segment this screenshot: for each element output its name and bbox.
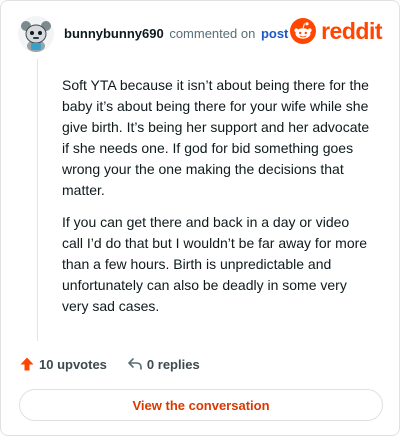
- comment-actions: 10 upvotes 0 replies: [19, 353, 200, 375]
- comment-card: bunnybunny690 commented on post reddit S…: [0, 0, 400, 436]
- comment-header: bunnybunny690 commented on post reddit: [15, 13, 385, 53]
- upvote-arrow-icon: [20, 357, 34, 371]
- upvote-button[interactable]: 10 upvotes: [19, 356, 107, 372]
- post-link[interactable]: post: [261, 26, 288, 41]
- username-link[interactable]: bunnybunny690: [64, 26, 164, 41]
- reply-arrow-icon: [128, 358, 142, 370]
- reddit-brand[interactable]: reddit: [290, 17, 382, 45]
- comment-body: Soft YTA because it isn’t about being th…: [62, 75, 374, 328]
- upvote-count: 10 upvotes: [39, 356, 107, 372]
- comment-attribution: bunnybunny690 commented on post: [64, 26, 288, 41]
- thread-line: [37, 59, 38, 341]
- comment-paragraph: Soft YTA because it isn’t about being th…: [62, 77, 370, 198]
- comment-paragraph: If you can get there and back in a day o…: [62, 214, 368, 314]
- reply-button[interactable]: 0 replies: [127, 356, 200, 372]
- snoo-avatar-icon[interactable]: [17, 15, 55, 53]
- reddit-logo-icon: [290, 18, 317, 44]
- commented-on-text: commented on: [169, 26, 256, 41]
- reddit-wordmark: reddit: [321, 17, 382, 44]
- reply-count: 0 replies: [146, 356, 200, 372]
- view-conversation-button[interactable]: View the conversation: [19, 389, 383, 421]
